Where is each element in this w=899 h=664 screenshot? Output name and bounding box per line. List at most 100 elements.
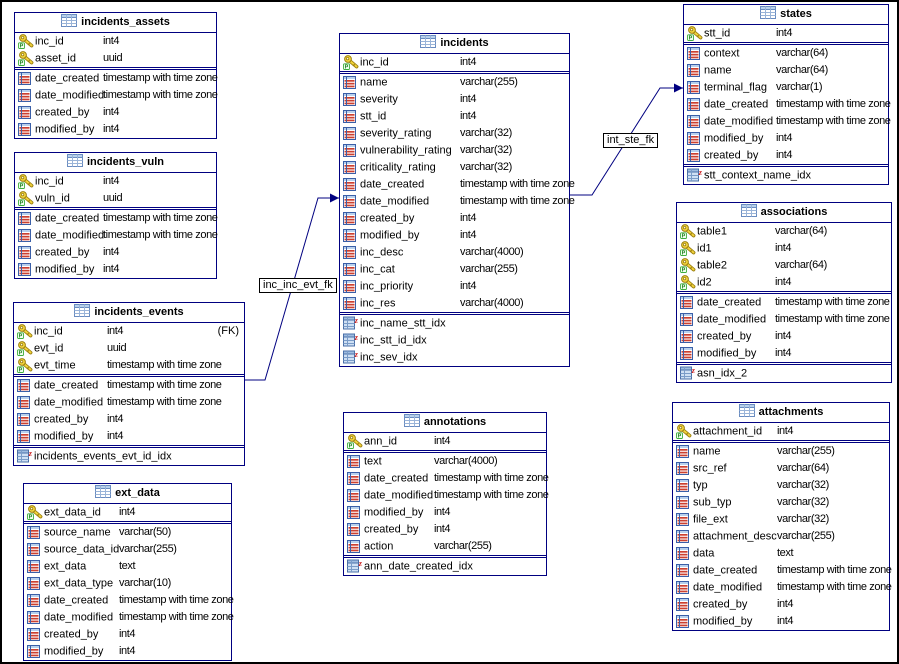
column-row[interactable]: date_modifiedtimestamp with time zone <box>677 311 891 328</box>
index-row[interactable]: zincidents_events_evt_id_idx <box>14 448 244 465</box>
table-ext_data[interactable]: ext_dataPext_data_idint4source_namevarch… <box>23 483 232 661</box>
column-row[interactable]: modified_byint4 <box>684 130 888 147</box>
index-row[interactable]: zann_date_created_idx <box>344 558 546 575</box>
column-row[interactable]: created_byint4 <box>14 411 244 428</box>
column-row[interactable]: attachment_descvarchar(255) <box>673 528 889 545</box>
column-row[interactable]: date_createdtimestamp with time zone <box>14 377 244 394</box>
index-row[interactable]: zstt_context_name_idx <box>684 167 888 184</box>
table-header[interactable]: incidents <box>340 34 569 54</box>
column-row[interactable]: date_modifiedtimestamp with time zone <box>340 193 569 210</box>
column-row[interactable]: date_createdtimestamp with time zone <box>673 562 889 579</box>
column-row[interactable]: modified_byint4 <box>340 227 569 244</box>
column-row[interactable]: modified_byint4 <box>673 613 889 630</box>
column-row[interactable]: created_byint4 <box>24 626 231 643</box>
table-header[interactable]: attachments <box>673 403 889 423</box>
table-annotations[interactable]: annotationsPann_idint4textvarchar(4000)d… <box>343 412 547 576</box>
column-row[interactable]: date_createdtimestamp with time zone <box>15 70 216 87</box>
pk-column-row[interactable]: Pattachment_idint4 <box>673 423 889 440</box>
table-incidents_assets[interactable]: incidents_assetsPinc_idint4Passet_iduuid… <box>14 12 217 139</box>
column-row[interactable]: modified_byint4 <box>15 261 216 278</box>
column-row[interactable]: date_modifiedtimestamp with time zone <box>684 113 888 130</box>
column-row[interactable]: modified_byint4 <box>24 643 231 660</box>
column-row[interactable]: contextvarchar(64) <box>684 45 888 62</box>
column-row[interactable]: date_createdtimestamp with time zone <box>344 470 546 487</box>
relation-label-inc_inc_evt_fk[interactable]: inc_inc_evt_fk <box>259 278 337 293</box>
column-row[interactable]: namevarchar(255) <box>340 74 569 91</box>
table-incidents_vuln[interactable]: incidents_vulnPinc_idint4Pvuln_iduuiddat… <box>14 152 217 279</box>
pk-column-row[interactable]: Pvuln_iduuid <box>15 190 216 207</box>
column-row[interactable]: inc_priorityint4 <box>340 278 569 295</box>
table-header[interactable]: associations <box>677 203 891 223</box>
column-row[interactable]: severityint4 <box>340 91 569 108</box>
column-row[interactable]: created_byint4 <box>344 521 546 538</box>
column-row[interactable]: created_byint4 <box>15 244 216 261</box>
column-row[interactable]: date_createdtimestamp with time zone <box>15 210 216 227</box>
column-row[interactable]: modified_byint4 <box>14 428 244 445</box>
column-row[interactable]: ext_data_typevarchar(10) <box>24 575 231 592</box>
table-header[interactable]: incidents_vuln <box>15 153 216 173</box>
column-row[interactable]: sub_typvarchar(32) <box>673 494 889 511</box>
column-row[interactable]: datatext <box>673 545 889 562</box>
index-row[interactable]: zinc_name_stt_idx <box>340 315 569 332</box>
column-row[interactable]: date_modifiedtimestamp with time zone <box>14 394 244 411</box>
index-row[interactable]: zinc_sev_idx <box>340 349 569 366</box>
pk-column-row[interactable]: Ptable1varchar(64) <box>677 223 891 240</box>
index-row[interactable]: zinc_stt_id_idx <box>340 332 569 349</box>
column-row[interactable]: created_byint4 <box>673 596 889 613</box>
column-row[interactable]: severity_ratingvarchar(32) <box>340 125 569 142</box>
column-row[interactable]: typvarchar(32) <box>673 477 889 494</box>
table-incidents[interactable]: incidentsPinc_idint4namevarchar(255)seve… <box>339 33 570 367</box>
table-header[interactable]: ext_data <box>24 484 231 504</box>
pk-column-row[interactable]: Passet_iduuid <box>15 50 216 67</box>
pk-column-row[interactable]: Pinc_idint4 <box>15 33 216 50</box>
column-row[interactable]: date_createdtimestamp with time zone <box>340 176 569 193</box>
column-row[interactable]: source_data_idvarchar(255) <box>24 541 231 558</box>
column-row[interactable]: created_byint4 <box>340 210 569 227</box>
pk-column-row[interactable]: Pid2int4 <box>677 274 891 291</box>
column-row[interactable]: date_modifiedtimestamp with time zone <box>15 227 216 244</box>
column-row[interactable]: namevarchar(255) <box>673 443 889 460</box>
column-row[interactable]: textvarchar(4000) <box>344 453 546 470</box>
pk-column-row[interactable]: Pinc_idint4(FK) <box>14 323 244 340</box>
table-header[interactable]: annotations <box>344 413 546 433</box>
pk-column-row[interactable]: Ptable2varchar(64) <box>677 257 891 274</box>
column-row[interactable]: date_modifiedtimestamp with time zone <box>24 609 231 626</box>
table-header[interactable]: incidents_assets <box>15 13 216 33</box>
column-row[interactable]: date_createdtimestamp with time zone <box>24 592 231 609</box>
table-header[interactable]: incidents_events <box>14 303 244 323</box>
column-row[interactable]: inc_descvarchar(4000) <box>340 244 569 261</box>
table-incidents_events[interactable]: incidents_eventsPinc_idint4(FK)Pevt_iduu… <box>13 302 245 466</box>
column-row[interactable]: ext_datatext <box>24 558 231 575</box>
table-associations[interactable]: associationsPtable1varchar(64)Pid1int4Pt… <box>676 202 892 383</box>
pk-column-row[interactable]: Pevt_timetimestamp with time zone <box>14 357 244 374</box>
column-row[interactable]: inc_resvarchar(4000) <box>340 295 569 312</box>
pk-column-row[interactable]: Pinc_idint4 <box>15 173 216 190</box>
column-row[interactable]: created_byint4 <box>15 104 216 121</box>
column-row[interactable]: source_namevarchar(50) <box>24 524 231 541</box>
index-row[interactable]: zasn_idx_2 <box>677 365 891 382</box>
column-row[interactable]: terminal_flagvarchar(1) <box>684 79 888 96</box>
pk-column-row[interactable]: Pinc_idint4 <box>340 54 569 71</box>
table-states[interactable]: statesPstt_idint4contextvarchar(64)namev… <box>683 4 889 185</box>
pk-column-row[interactable]: Pid1int4 <box>677 240 891 257</box>
column-row[interactable]: src_refvarchar(64) <box>673 460 889 477</box>
pk-column-row[interactable]: Pann_idint4 <box>344 433 546 450</box>
column-row[interactable]: modified_byint4 <box>15 121 216 138</box>
pk-column-row[interactable]: Pstt_idint4 <box>684 25 888 42</box>
column-row[interactable]: inc_catvarchar(255) <box>340 261 569 278</box>
column-row[interactable]: date_createdtimestamp with time zone <box>684 96 888 113</box>
column-row[interactable]: vulnerability_ratingvarchar(32) <box>340 142 569 159</box>
column-row[interactable]: date_createdtimestamp with time zone <box>677 294 891 311</box>
table-attachments[interactable]: attachmentsPattachment_idint4 namevarchar… <box>672 402 890 631</box>
column-row[interactable]: created_byint4 <box>684 147 888 164</box>
relation-label-int_ste_fk[interactable]: int_ste_fk <box>603 133 658 148</box>
table-header[interactable]: states <box>684 5 888 25</box>
column-row[interactable]: file_extvarchar(32) <box>673 511 889 528</box>
column-row[interactable]: modified_byint4 <box>677 345 891 362</box>
column-row[interactable]: criticality_ratingvarchar(32) <box>340 159 569 176</box>
column-row[interactable]: date_modifiedtimestamp with time zone <box>673 579 889 596</box>
column-row[interactable]: stt_idint4 <box>340 108 569 125</box>
column-row[interactable]: date_modifiedtimestamp with time zone <box>15 87 216 104</box>
column-row[interactable]: date_modifiedtimestamp with time zone <box>344 487 546 504</box>
column-row[interactable]: modified_byint4 <box>344 504 546 521</box>
